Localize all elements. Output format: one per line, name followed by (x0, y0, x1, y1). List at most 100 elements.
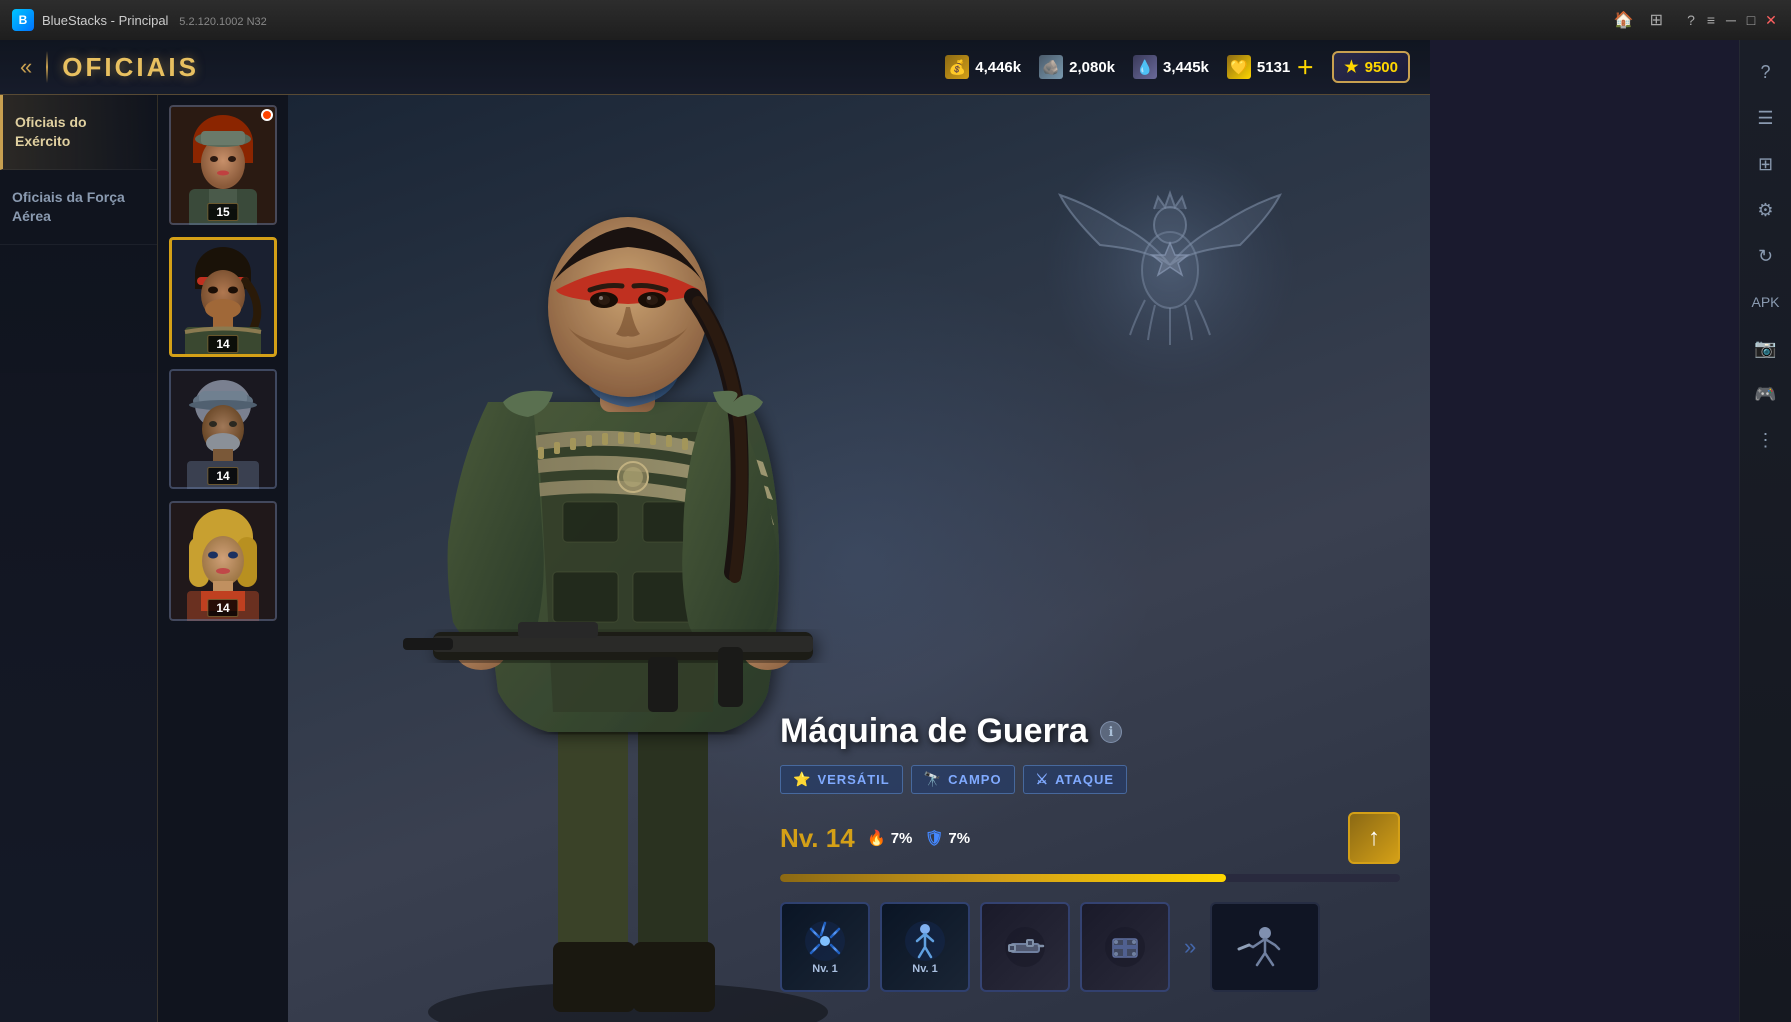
sidebar-item-airforce[interactable]: Oficiais da Força Aérea (0, 170, 157, 245)
officer-card-4[interactable]: 14 (169, 501, 277, 621)
versatil-icon: ⭐ (793, 771, 811, 788)
info-button[interactable]: ℹ (1100, 721, 1122, 743)
defense-value: 7% (948, 830, 970, 847)
skill-card-5[interactable] (1210, 902, 1320, 992)
emblem-svg (1030, 125, 1310, 405)
attack-icon: 🔥 (867, 828, 887, 848)
game-area: « OFICIAIS 💰 4,446k 🪨 2,080k 💧 3,445k 💛 … (0, 40, 1430, 1022)
officer-1-level: 15 (207, 203, 238, 221)
skill-3-icon (1003, 925, 1047, 969)
clipboard-sidebar-icon[interactable]: APK (1744, 280, 1788, 324)
stars-badge: ★ 9500 (1332, 51, 1410, 83)
skill-card-2[interactable]: Nv. 1 (880, 902, 970, 992)
skill-1-icon (803, 919, 847, 963)
faction-emblem (1030, 125, 1310, 405)
resource-food: 💰 4,446k (945, 55, 1021, 79)
more-sidebar-icon[interactable]: ⋮ (1744, 418, 1788, 462)
refresh-sidebar-icon[interactable]: ↻ (1744, 234, 1788, 278)
tag-versatil[interactable]: ⭐ VERSÁTIL (780, 765, 903, 794)
tabs-icon[interactable]: ⊞ (1650, 10, 1663, 30)
skill-card-4[interactable] (1080, 902, 1170, 992)
defense-icon: 🛡 (924, 828, 944, 848)
officer-name-row: Máquina de Guerra ℹ (780, 712, 1400, 751)
skills-arrow: » (1184, 934, 1196, 960)
officer-1-notification (261, 109, 273, 121)
resource-oil: 💧 3,445k (1133, 55, 1209, 79)
stone-icon: 🪨 (1039, 55, 1063, 79)
sidebar-airforce-label: Oficiais da Força Aérea (12, 189, 125, 224)
upgrade-button[interactable]: ↑ (1348, 812, 1400, 864)
stone-value: 2,080k (1069, 59, 1115, 76)
info-panel: Máquina de Guerra ℹ ⭐ VERSÁTIL 🔭 CAMPO ⚔… (780, 712, 1400, 992)
app-title: BlueStacks - Principal 5.2.120.1002 N32 (42, 13, 1614, 28)
page-title: OFICIAIS (62, 52, 945, 83)
settings-sidebar-icon[interactable]: ⚙ (1744, 188, 1788, 232)
stat-defense: 🛡 7% (924, 828, 970, 848)
skill-5-icon (1231, 925, 1299, 969)
gold-icon: 💛 (1227, 55, 1251, 79)
close-button[interactable]: ✕ (1763, 12, 1779, 28)
food-value: 4,446k (975, 59, 1021, 76)
skills-row: Nv. 1 Nv. 1 (780, 902, 1400, 992)
skill-4-icon (1103, 925, 1147, 969)
stars-value: 9500 (1365, 59, 1398, 76)
attack-value: 7% (891, 830, 913, 847)
gamepad-sidebar-icon[interactable]: 🎮 (1744, 372, 1788, 416)
officer-name: Máquina de Guerra (780, 712, 1088, 751)
food-icon: 💰 (945, 55, 969, 79)
window-controls: ? ≡ ─ □ ✕ (1683, 12, 1779, 28)
xp-bar-fill (780, 874, 1226, 882)
skill-card-3[interactable] (980, 902, 1070, 992)
tag-campo[interactable]: 🔭 CAMPO (911, 765, 1015, 794)
skill-1-level: Nv. 1 (812, 963, 837, 975)
skill-2-icon (903, 919, 947, 963)
resource-gold: 💛 5131 ＋ (1227, 54, 1314, 80)
officer-card-2[interactable]: 14 (169, 237, 277, 357)
tags-row: ⭐ VERSÁTIL 🔭 CAMPO ⚔ ATAQUE (780, 765, 1400, 794)
add-gold-button[interactable]: ＋ (1296, 54, 1314, 80)
titlebar-actions: 🏠 ⊞ (1614, 10, 1663, 30)
stat-attack: 🔥 7% (867, 828, 913, 848)
main-content: Máquina de Guerra ℹ ⭐ VERSÁTIL 🔭 CAMPO ⚔… (288, 95, 1430, 1022)
versatil-label: VERSÁTIL (817, 772, 889, 787)
resource-bar: 💰 4,446k 🪨 2,080k 💧 3,445k 💛 5131 ＋ ★ 95… (945, 51, 1410, 83)
officer-3-level: 14 (207, 467, 238, 485)
tag-ataque[interactable]: ⚔ ATAQUE (1023, 765, 1128, 794)
xp-bar (780, 874, 1400, 882)
right-sidebar: ? ☰ ⊞ ⚙ ↻ APK 📷 🎮 ⋮ (1739, 40, 1791, 1022)
officer-card-3[interactable]: 14 (169, 369, 277, 489)
resource-stone: 🪨 2,080k (1039, 55, 1115, 79)
help-sidebar-icon[interactable]: ? (1744, 50, 1788, 94)
gold-value: 5131 (1257, 59, 1290, 76)
minimize-button[interactable]: ─ (1723, 12, 1739, 28)
campo-label: CAMPO (948, 772, 1001, 787)
oil-icon: 💧 (1133, 55, 1157, 79)
back-button[interactable]: « (20, 54, 32, 80)
menu-icon[interactable]: ≡ (1703, 12, 1719, 28)
oil-value: 3,445k (1163, 59, 1209, 76)
star-icon: ★ (1344, 57, 1358, 77)
officer-2-level: 14 (207, 335, 238, 353)
officer-4-level: 14 (207, 599, 238, 617)
menu-sidebar-icon[interactable]: ☰ (1744, 96, 1788, 140)
help-icon[interactable]: ? (1683, 12, 1699, 28)
level-row: Nv. 14 🔥 7% 🛡 7% ↑ (780, 812, 1400, 864)
camera-sidebar-icon[interactable]: 📷 (1744, 326, 1788, 370)
skill-card-1[interactable]: Nv. 1 (780, 902, 870, 992)
officer-card-1[interactable]: 15 (169, 105, 277, 225)
sidebar-item-army[interactable]: Oficiais do Exército (0, 95, 157, 170)
app-logo: B (12, 9, 34, 31)
ataque-icon: ⚔ (1036, 771, 1050, 788)
home-icon[interactable]: 🏠 (1614, 10, 1634, 30)
officer-list: 15 (158, 95, 288, 1022)
game-topbar: « OFICIAIS 💰 4,446k 🪨 2,080k 💧 3,445k 💛 … (0, 40, 1430, 95)
titlebar: B BlueStacks - Principal 5.2.120.1002 N3… (0, 0, 1791, 40)
campo-icon: 🔭 (924, 771, 942, 788)
level-label: Nv. 14 (780, 823, 855, 854)
ataque-label: ATAQUE (1055, 772, 1114, 787)
skill-2-level: Nv. 1 (912, 963, 937, 975)
left-sidebar: Oficiais do Exército Oficiais da Força A… (0, 95, 158, 1022)
grid-sidebar-icon[interactable]: ⊞ (1744, 142, 1788, 186)
divider (46, 51, 48, 83)
maximize-button[interactable]: □ (1743, 12, 1759, 28)
